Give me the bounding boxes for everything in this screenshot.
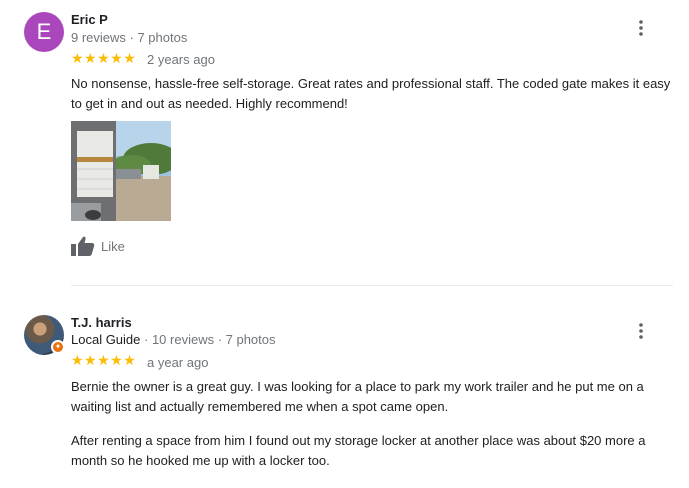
local-guide-label: Local Guide <box>71 332 141 347</box>
review-text: No nonsense, hassle-free self-storage. G… <box>71 76 671 111</box>
reviewer-name[interactable]: T.J. harris <box>71 315 132 330</box>
reviewer-name[interactable]: Eric P <box>71 12 108 27</box>
reviewer-counts: · 10 reviews · 7 photos <box>140 332 276 347</box>
reviewer-meta[interactable]: Local Guide · 10 reviews · 7 photos <box>71 332 276 347</box>
more-vert-icon <box>639 20 643 36</box>
star-rating: ★★★★★ <box>71 50 137 66</box>
thumbs-up-icon <box>71 236 95 256</box>
storage-facility-photo <box>71 121 171 221</box>
star-rating: ★★★★★ <box>71 352 137 368</box>
review-divider <box>71 285 673 286</box>
reviewer-avatar[interactable]: E <box>24 12 64 52</box>
review-date: 2 years ago <box>147 52 215 67</box>
more-vert-icon <box>639 323 643 339</box>
review-date: a year ago <box>147 355 209 370</box>
more-options-button[interactable] <box>630 17 652 39</box>
review-text-paragraph-1: Bernie the owner is a great guy. I was l… <box>71 379 644 414</box>
more-options-button[interactable] <box>630 320 652 342</box>
reviewer-meta[interactable]: 9 reviews · 7 photos <box>71 30 187 45</box>
local-guide-badge-icon: ✦ <box>51 340 65 354</box>
avatar-letter: E <box>36 19 52 44</box>
like-button[interactable]: Like <box>71 236 125 256</box>
review-photo[interactable] <box>71 121 171 221</box>
review-text-paragraph-2: After renting a space from him I found o… <box>71 433 646 468</box>
like-label: Like <box>101 238 125 254</box>
